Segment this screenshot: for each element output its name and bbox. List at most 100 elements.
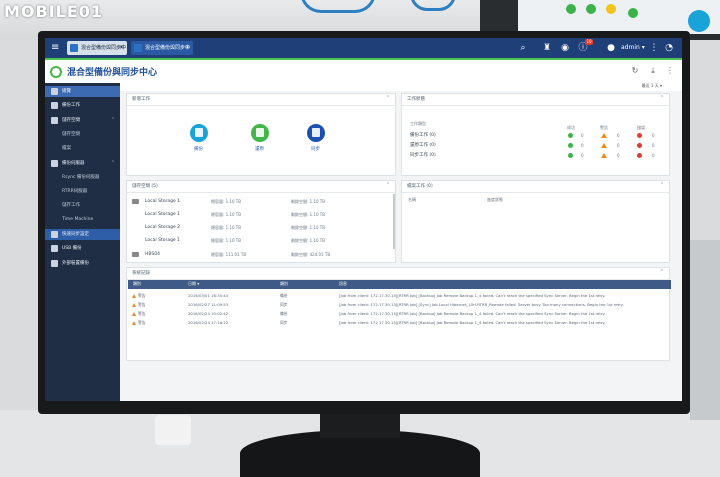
sync-icon[interactable]: ◉ (559, 42, 571, 54)
usb-icon (51, 245, 58, 252)
collapse-icon[interactable]: ⌃ (386, 182, 390, 188)
running-jobs-panel: 檔案工作 (0) ⌃ 名稱 進度狀態 (401, 180, 670, 263)
sidebar-item-rsync[interactable]: Rsync 備份伺服器 (45, 172, 120, 183)
menu-icon[interactable]: ≡ (51, 42, 61, 54)
sidebar-item-time-machine[interactable]: Time Machine (45, 214, 120, 225)
col-error: 錯誤 (637, 125, 645, 130)
col-type: 工作類型 (410, 121, 426, 126)
storage-name: Local Storage 1 (145, 199, 180, 204)
panel-title: 系統記錄 (132, 271, 150, 276)
app-title: 混合型備份與同步中心 (67, 68, 158, 78)
server-icon (132, 252, 139, 257)
warning-icon (132, 303, 136, 307)
top-bar: ≡ 混合型備份與同步中心 × 混合型備份與同步中心 × ⌕ ♜ ◉ ⓘ 10 ●… (45, 38, 682, 65)
panel-title: 新增工作 (132, 97, 150, 102)
dashboard-icon[interactable]: ◔ (663, 42, 675, 54)
close-icon[interactable]: × (119, 41, 124, 55)
success-icon (568, 143, 573, 148)
user-menu[interactable]: admin ▾ (621, 42, 645, 54)
sidebar-item-files[interactable]: 檔案 (45, 143, 120, 154)
col-progress: 進度狀態 (487, 197, 503, 202)
panel-title: 工作狀態 (407, 97, 425, 102)
sidebar-item-quick-sync[interactable]: 快速同步設定 (45, 229, 120, 240)
system-log-panel: 系統記錄 ⌃ 類別 日期 ▾ 類別 訊息 警告 2016/03/01 16:35:… (126, 267, 671, 361)
sidebar-item-storage[interactable]: 儲存空間 ⌃ (45, 115, 120, 126)
task-icon[interactable]: ♜ (541, 42, 553, 54)
sidebar-item-backup-jobs[interactable]: 備份工作 (45, 100, 120, 111)
cup (155, 415, 191, 445)
refresh-icon[interactable]: ↻ (630, 66, 640, 76)
warning-icon (601, 153, 607, 158)
notification-badge: 10 (585, 39, 593, 45)
panel-title: 儲存空間 (5) (132, 184, 158, 189)
scrollbar[interactable] (393, 194, 395, 249)
storage-panel: 儲存空間 (5) ⌃ Local Storage 1 總容量: 1.10 TB 剩… (126, 180, 396, 263)
log-row[interactable]: 警告 2016/02/27 11:09:53 同步 [Job from clie… (128, 301, 671, 309)
search-icon[interactable]: ⌕ (517, 42, 529, 54)
collapse-icon[interactable]: ⌃ (660, 269, 664, 275)
warning-icon (601, 143, 607, 148)
storage-name: HBS04 (145, 252, 160, 257)
error-icon (637, 143, 642, 148)
sidebar-item-backup-server[interactable]: 備份伺服器 ⌃ (45, 158, 120, 169)
status-row-label: 備份工作 (0) (410, 133, 436, 138)
tab-app-active[interactable]: 混合型備份與同步中心 × (131, 41, 193, 65)
restore-create-icon[interactable] (251, 124, 269, 142)
panel-title: 檔案工作 (0) (407, 184, 433, 189)
sidebar-item-overview[interactable]: 總覽 (45, 86, 120, 97)
restore-create-label[interactable]: 還原 (255, 146, 264, 152)
close-icon[interactable]: × (185, 41, 190, 55)
warning-icon (132, 312, 136, 316)
more-icon[interactable]: ⋮ (665, 66, 675, 76)
backup-create-icon[interactable] (190, 124, 208, 142)
server-icon (51, 160, 58, 167)
storage-name: Local Storage 2 (145, 225, 180, 230)
storage-name: Local Storage 1 (145, 238, 180, 243)
sidebar-item-rtrr[interactable]: RTRR伺服器 (45, 186, 120, 197)
log-row[interactable]: 警告 2016/02/24 17:16:22 同步 [Job from clie… (128, 319, 671, 327)
more-icon[interactable]: ⋮ (648, 42, 660, 54)
tab-app[interactable]: 混合型備份與同步中心 × (67, 41, 127, 65)
app-header: 混合型備份與同步中心 ↻ ⤓ ⋮ (45, 58, 682, 83)
download-icon[interactable]: ⤓ (648, 66, 658, 76)
external-drive-icon (51, 260, 58, 267)
sub-bar: 最近 1 天 ▾ (45, 83, 682, 91)
sync-create-label[interactable]: 同步 (311, 146, 320, 152)
app-logo-icon (50, 66, 62, 78)
sidebar-item-usb-backup[interactable]: USB 備份 (45, 243, 120, 254)
disk-icon (132, 199, 139, 204)
side-device (690, 240, 720, 420)
backup-create-label[interactable]: 備份 (194, 146, 203, 152)
watermark-logo: MOBILE01 (4, 2, 104, 21)
sync-create-icon[interactable] (307, 124, 325, 142)
sidebar-item-external-backup[interactable]: 外部裝置備份 (45, 258, 120, 269)
warning-icon (132, 294, 136, 298)
log-table-header: 類別 日期 ▾ 類別 訊息 (128, 280, 671, 289)
chevron-up-icon: ⌃ (110, 160, 115, 166)
col-success: 成功 (567, 125, 575, 130)
app-icon (134, 44, 142, 52)
warning-icon (132, 321, 136, 325)
overview-icon (51, 88, 58, 95)
user-icon[interactable]: ● (605, 42, 617, 54)
success-icon (568, 133, 573, 138)
sidebar-item-storage-space[interactable]: 儲存空間 (45, 129, 120, 140)
time-range-select[interactable]: 最近 1 天 ▾ (642, 83, 662, 89)
sidebar: 總覽 備份工作 儲存空間 ⌃ 儲存空間 檔案 備份伺服器 ⌃ Rsync 備份伺服器… (45, 83, 120, 401)
screen: ≡ 混合型備份與同步中心 × 混合型備份與同步中心 × ⌕ ♜ ◉ ⓘ 10 ●… (45, 38, 682, 401)
sync-icon (51, 231, 58, 238)
log-row[interactable]: 警告 2016/02/24 10:02:42 備份 [Job from clie… (128, 310, 671, 318)
success-icon (568, 153, 573, 158)
col-warning: 警告 (600, 125, 608, 130)
collapse-icon[interactable]: ⌃ (386, 95, 390, 101)
col-name: 名稱 (408, 197, 416, 202)
status-row-label: 同步工作 (0) (410, 153, 436, 158)
error-icon (637, 153, 642, 158)
collapse-icon[interactable]: ⌃ (660, 95, 664, 101)
chevron-up-icon: ⌃ (110, 117, 115, 123)
sidebar-item-storage-jobs[interactable]: 儲存工作 (45, 200, 120, 211)
app-icon (70, 44, 78, 52)
collapse-icon[interactable]: ⌃ (660, 182, 664, 188)
status-row-label: 還原工作 (0) (410, 143, 436, 148)
log-row[interactable]: 警告 2016/03/01 16:35:44 備份 [Job from clie… (128, 292, 671, 300)
